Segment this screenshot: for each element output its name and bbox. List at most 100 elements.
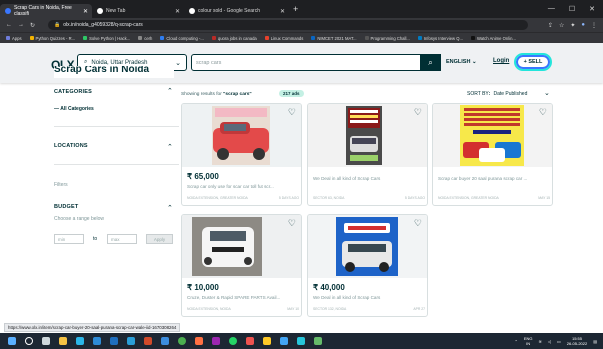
store-icon[interactable]	[93, 337, 101, 345]
min-price-input[interactable]: min	[54, 234, 84, 244]
bookmark-favicon-icon	[160, 36, 165, 41]
bookmark-item[interactable]: Linux Commands	[264, 36, 303, 41]
edge-icon[interactable]	[76, 337, 84, 345]
clock[interactable]: 15:55 26-05-2022	[567, 336, 587, 346]
close-tab-icon[interactable]: ✕	[280, 8, 285, 15]
divider	[54, 126, 179, 127]
profile-avatar-icon[interactable]: ●	[581, 22, 585, 29]
lock-icon: 🔒	[54, 22, 61, 28]
bookmark-favicon-icon	[211, 36, 216, 41]
reload-icon[interactable]: ↻	[30, 22, 35, 29]
sort-selector[interactable]: SORT BY: Date Published	[467, 91, 527, 97]
apply-button[interactable]: Apply	[146, 234, 173, 244]
bookmark-label: Watch Anime Onlin...	[476, 35, 516, 41]
language-indicator[interactable]: ENG IN	[524, 336, 533, 346]
sell-button[interactable]: + SELL	[514, 53, 552, 71]
vscode-icon[interactable]	[127, 337, 135, 345]
close-tab-icon[interactable]: ✕	[83, 8, 88, 15]
listing-price: ₹ 40,000	[313, 283, 345, 292]
app-icon[interactable]	[246, 337, 254, 345]
bookmark-item[interactable]: Solve Python | Hack...	[83, 36, 130, 41]
puzzle-icon[interactable]: ✦	[570, 22, 575, 29]
bookmark-item[interactable]: quora jobs in canada	[211, 36, 257, 41]
nav-buttons: ← → ↻	[0, 22, 48, 29]
app-icon[interactable]	[280, 337, 288, 345]
listing-card[interactable]: ♡ We Deal in all kind of Scrap Cars Sect…	[307, 103, 428, 206]
tray-chevron-icon[interactable]: ⌃	[515, 339, 518, 344]
listing-card[interactable]: ♡ ₹ 40,000 We Deal in all kind of Scrap …	[307, 214, 428, 317]
volume-icon[interactable]: ◁	[548, 339, 551, 344]
close-tab-icon[interactable]: ✕	[175, 8, 180, 15]
back-icon[interactable]: ←	[6, 22, 12, 29]
bookmark-item[interactable]: Watch Anime Onlin...	[470, 35, 516, 41]
windows-start-icon[interactable]	[8, 337, 16, 345]
file-explorer-icon[interactable]	[59, 337, 67, 345]
listing-card[interactable]: ♡ Scrap car buyer 20 saal purana scrap c…	[432, 103, 553, 206]
star-icon[interactable]: ☆	[559, 22, 564, 29]
wifi-icon[interactable]: ≋	[539, 339, 542, 344]
maximize-icon[interactable]: ☐	[569, 5, 575, 13]
system-tray: ⌃ ENG IN ≋ ◁ ▭ 15:55 26-05-2022 ▤	[515, 336, 603, 346]
battery-icon[interactable]: ▭	[557, 339, 561, 344]
app-icon[interactable]	[297, 337, 305, 345]
bookmark-favicon-icon	[138, 36, 143, 41]
chrome-icon[interactable]	[178, 337, 186, 345]
minimize-icon[interactable]: —	[548, 5, 555, 13]
url-text: olx.in/noida_g4059328/q-scrap-cars	[63, 22, 143, 28]
notifications-icon[interactable]: ▤	[593, 339, 597, 344]
max-price-input[interactable]: max	[107, 234, 137, 244]
listing-card[interactable]: ♡ ₹ 65,000 Scrap car only use for scar c…	[181, 103, 302, 206]
search-input[interactable]: scrap cars	[191, 54, 441, 71]
app-icon[interactable]	[263, 337, 271, 345]
chevron-up-icon[interactable]: ⌃	[167, 143, 173, 151]
favorite-heart-icon[interactable]: ♡	[288, 107, 296, 118]
browser-tab-newtab[interactable]: New Tab ✕	[92, 4, 184, 18]
app-icon[interactable]	[144, 337, 152, 345]
new-tab-icon[interactable]: +	[293, 4, 298, 14]
app-icon[interactable]	[195, 337, 203, 345]
mail-icon[interactable]	[110, 337, 118, 345]
favorite-heart-icon[interactable]: ♡	[288, 218, 296, 229]
share-icon[interactable]: ⇪	[548, 22, 553, 29]
window-close-icon[interactable]: ✕	[589, 5, 595, 13]
listing-card[interactable]: ♡ ₹ 10,000 Cruze, Duster & Rapid SPARE P…	[181, 214, 302, 317]
range-to-label: to	[93, 236, 98, 242]
listing-title: We Deal in all kind of Scrap Cars	[313, 176, 381, 181]
bookmark-item[interactable]: Programming Chall...	[364, 36, 410, 41]
app-icon[interactable]	[314, 337, 322, 345]
tab-title: colour sold - Google Search	[198, 8, 260, 14]
task-view-icon[interactable]	[42, 337, 50, 345]
tab-title: New Tab	[106, 8, 126, 14]
app-icon[interactable]	[161, 337, 169, 345]
menu-dots-icon[interactable]: ⋮	[591, 22, 597, 29]
all-categories-item[interactable]: — All Categories	[54, 106, 94, 112]
favorite-heart-icon[interactable]: ♡	[414, 107, 422, 118]
browser-tab-olx[interactable]: Scrap Cars in Noida, Free classifi ✕	[0, 4, 92, 18]
chevron-up-icon[interactable]: ⌃	[167, 87, 173, 95]
bookmark-item[interactable]: Infosys Interview Q...	[417, 36, 463, 41]
chevron-up-icon[interactable]: ⌃	[167, 204, 173, 212]
search-button[interactable]: ⌕	[420, 54, 441, 71]
app-icon[interactable]	[212, 337, 220, 345]
url-field[interactable]: 🔒 olx.in/noida_g4059328/q-scrap-cars	[48, 20, 528, 30]
budget-hint: Choose a range below	[54, 216, 105, 222]
bookmark-favicon-icon	[29, 36, 34, 41]
bookmark-item[interactable]: Apps	[6, 36, 22, 41]
favorite-heart-icon[interactable]: ♡	[539, 107, 547, 118]
bookmark-item[interactable]: cerh	[138, 36, 152, 41]
bookmark-item[interactable]: Cloud computing -...	[160, 36, 204, 41]
forward-icon[interactable]: →	[18, 22, 24, 29]
bookmark-item[interactable]: Python Quizzes - R...	[29, 36, 75, 41]
search-icon[interactable]	[25, 337, 33, 345]
whatsapp-icon[interactable]	[229, 337, 237, 345]
favorite-heart-icon[interactable]: ♡	[414, 218, 422, 229]
listing-title: We Deal in all kind of Scrap Cars	[313, 295, 381, 300]
sort-value: Date Published	[493, 91, 528, 97]
login-link[interactable]: Login	[493, 58, 509, 64]
browser-tab-google[interactable]: colour sold - Google Search ✕	[184, 4, 289, 18]
bookmark-item[interactable]: NIMCET 2021 MAT...	[311, 36, 357, 41]
listing-location: Noida Extension, Greater Noida	[187, 196, 248, 200]
bookmark-label: cerh	[144, 35, 153, 41]
language-selector[interactable]: ENGLISH ⌄	[446, 59, 477, 65]
chevron-down-icon[interactable]: ⌄	[544, 89, 550, 97]
